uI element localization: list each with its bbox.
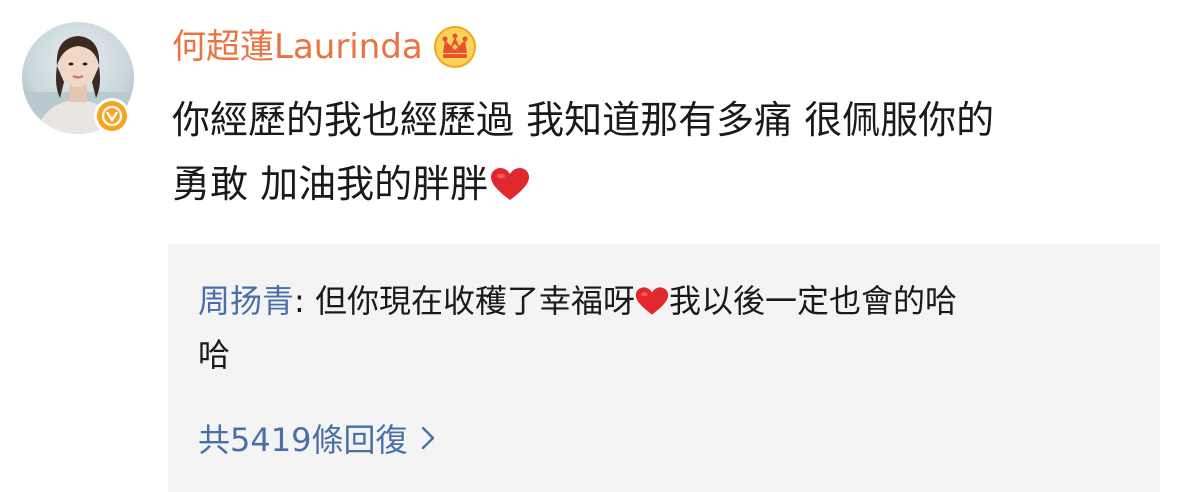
heart-icon: [491, 168, 530, 200]
comment-header: 何超蓮Laurinda: [172, 22, 477, 72]
reply-count-label: 共5419條回復: [198, 421, 408, 459]
reply-username[interactable]: 周扬青: [198, 282, 294, 320]
reply-text-part-1: 但你現在收穫了幸福呀: [314, 282, 635, 320]
comment-text-line-2-wrapper: 勇敢 加油我的胖胖: [172, 152, 1162, 216]
reply-body: 周扬青: 但你現在收穫了幸福呀 我以後一定也會的哈 哈: [198, 274, 1138, 382]
comment-username[interactable]: 何超蓮Laurinda: [172, 22, 423, 72]
verified-badge-icon: [94, 98, 130, 134]
comment-text-line-2: 勇敢 加油我的胖胖: [172, 162, 489, 206]
reply-text-line-2: 哈: [198, 336, 231, 374]
heart-icon: [635, 287, 669, 315]
comment-text-line-1: 你經歷的我也經歷過 我知道那有多痛 很佩服你的: [172, 98, 995, 142]
reply-box: 周扬青: 但你現在收穫了幸福呀 我以後一定也會的哈 哈 共5419條回復: [168, 244, 1160, 492]
reply-separator: :: [294, 282, 315, 320]
chevron-right-icon: [422, 426, 435, 450]
view-replies-link[interactable]: 共5419條回復: [198, 414, 437, 462]
comment-body: 你經歷的我也經歷過 我知道那有多痛 很佩服你的 勇敢 加油我的胖胖: [172, 88, 1162, 216]
reply-line-1: 周扬青: 但你現在收穫了幸福呀 我以後一定也會的哈: [198, 274, 1138, 328]
reply-text-part-2: 我以後一定也會的哈: [668, 282, 957, 320]
crown-icon[interactable]: [433, 25, 477, 69]
